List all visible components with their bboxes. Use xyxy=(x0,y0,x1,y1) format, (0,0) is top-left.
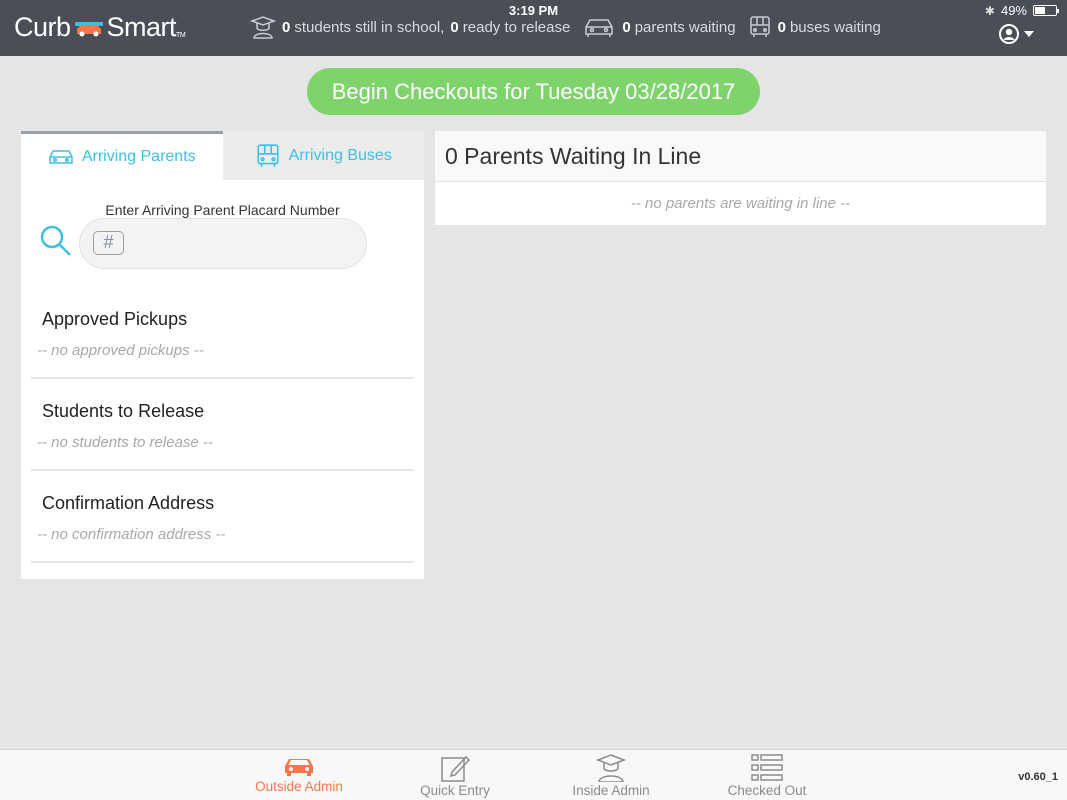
arrivals-panel: Arriving Parents Arriving Buses Enter Ar… xyxy=(21,131,424,579)
confirmation-address-title: Confirmation Address xyxy=(42,493,215,513)
user-menu-button[interactable] xyxy=(999,24,1035,44)
header-stats: 0 students still in school, 0 ready to r… xyxy=(250,15,893,39)
tab-arriving-parents-label: Arriving Parents xyxy=(81,148,196,165)
logo-trademark: TM xyxy=(176,32,186,39)
battery-icon xyxy=(1033,5,1059,16)
confirmation-address-section: Confirmation Address -- no confirmation … xyxy=(31,471,414,563)
logo-car-icon xyxy=(74,21,103,36)
bottom-nav: Outside Admin Quick Entry Inside Admin C… xyxy=(0,749,1067,800)
approved-pickups-empty: -- no approved pickups -- xyxy=(37,342,204,359)
students-to-release-section: Students to Release -- no students to re… xyxy=(31,379,414,471)
placard-search-row: # xyxy=(21,218,424,274)
confirmation-address-empty: -- no confirmation address -- xyxy=(37,526,226,543)
nav-quick-entry-label: Quick Entry xyxy=(420,783,490,798)
waiting-line-title: 0 Parents Waiting In Line xyxy=(435,131,1046,182)
buses-stat: 0 buses waiting xyxy=(748,15,881,39)
nav-outside-admin[interactable]: Outside Admin xyxy=(239,752,359,794)
placard-label: Enter Arriving Parent Placard Number xyxy=(105,202,340,218)
search-icon[interactable] xyxy=(39,224,73,258)
tab-arriving-buses[interactable]: Arriving Buses xyxy=(223,131,425,180)
app-logo: Curb Smart TM xyxy=(14,12,186,43)
bus-icon xyxy=(749,16,770,37)
parents-stat: 0 parents waiting xyxy=(582,15,736,39)
nav-checked-out-label: Checked Out xyxy=(727,783,807,798)
user-circle-icon xyxy=(999,24,1019,44)
bus-icon xyxy=(257,143,279,167)
students-in-school-count: 0 xyxy=(282,18,291,36)
buses-waiting-count: 0 xyxy=(777,18,786,36)
car-icon xyxy=(49,150,73,164)
edit-icon xyxy=(441,755,471,782)
logo-text-right: Smart xyxy=(106,12,177,42)
graduate-icon xyxy=(250,16,276,39)
parents-waiting-label: parents waiting xyxy=(634,18,736,36)
graduate-icon xyxy=(595,754,627,782)
nav-checked-out[interactable]: Checked Out xyxy=(707,752,827,798)
arrivals-tabs: Arriving Parents Arriving Buses xyxy=(21,131,424,180)
tab-arriving-parents[interactable]: Arriving Parents xyxy=(21,131,223,180)
parents-waiting-count: 0 xyxy=(622,18,631,36)
waiting-line-empty: -- no parents are waiting in line -- xyxy=(630,195,851,212)
students-to-release-empty: -- no students to release -- xyxy=(37,434,213,451)
top-bar: 3:19 PM ✱ 49% Curb Smart TM 0 students s… xyxy=(0,0,1067,56)
ready-to-release-count: 0 xyxy=(450,18,459,36)
nav-inside-admin[interactable]: Inside Admin xyxy=(551,752,671,798)
tab-arriving-buses-label: Arriving Buses xyxy=(288,146,392,164)
bluetooth-icon: ✱ xyxy=(984,3,995,18)
app-version: v0.60_1 xyxy=(1018,771,1058,783)
nav-outside-admin-label: Outside Admin xyxy=(255,779,343,794)
car-icon xyxy=(585,19,614,37)
list-icon xyxy=(751,754,783,781)
students-in-school-label: students still in school, xyxy=(294,18,445,36)
logo-text-left: Curb xyxy=(14,12,71,42)
students-stat: 0 students still in school, 0 ready to r… xyxy=(250,15,570,39)
details-sections: Approved Pickups -- no approved pickups … xyxy=(21,287,424,563)
nav-quick-entry[interactable]: Quick Entry xyxy=(395,752,515,798)
students-to-release-title: Students to Release xyxy=(42,401,205,421)
nav-inside-admin-label: Inside Admin xyxy=(572,783,650,798)
battery-percent: 49% xyxy=(1000,3,1027,18)
hash-icon: # xyxy=(93,231,124,255)
car-icon xyxy=(285,759,313,776)
waiting-line-panel: 0 Parents Waiting In Line -- no parents … xyxy=(435,131,1046,225)
caret-down-icon xyxy=(1024,31,1034,37)
ready-to-release-label: ready to release xyxy=(462,18,571,36)
approved-pickups-section: Approved Pickups -- no approved pickups … xyxy=(31,287,414,379)
status-indicators: ✱ 49% xyxy=(984,3,1059,18)
begin-checkouts-button[interactable]: Begin Checkouts for Tuesday 03/28/2017 xyxy=(307,68,760,115)
buses-waiting-label: buses waiting xyxy=(789,18,881,36)
approved-pickups-title: Approved Pickups xyxy=(42,309,188,329)
